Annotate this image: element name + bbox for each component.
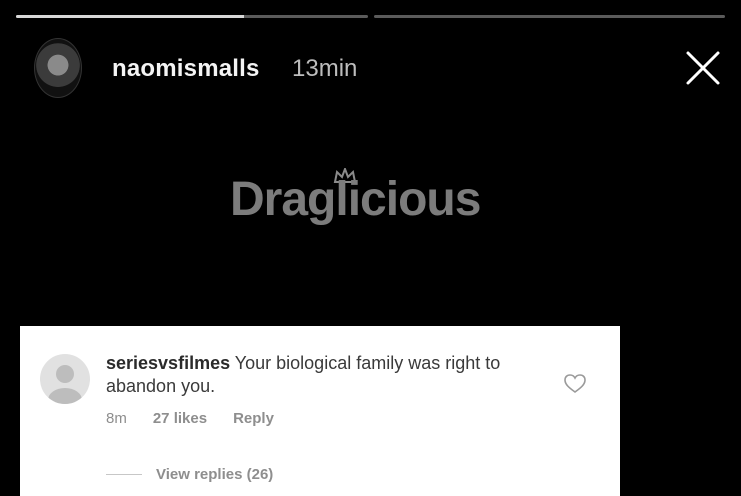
watermark-text: Draglicious bbox=[230, 173, 481, 226]
comment-likes[interactable]: 27 likes bbox=[153, 410, 207, 427]
story-progress-bar bbox=[16, 15, 725, 18]
story-progress-fill-1 bbox=[16, 15, 245, 18]
like-button[interactable] bbox=[564, 374, 586, 394]
comment-meta: 8m 27 likes Reply bbox=[106, 410, 274, 427]
comment-avatar[interactable] bbox=[40, 354, 90, 404]
watermark-logo: Draglicious bbox=[230, 168, 520, 248]
comment-card: seriesvsfilmes Your biological family wa… bbox=[20, 326, 620, 496]
default-avatar-icon bbox=[48, 365, 82, 404]
comment-body: seriesvsfilmes Your biological family wa… bbox=[106, 352, 546, 398]
view-replies-divider bbox=[106, 474, 142, 475]
story-header: naomismalls 13min bbox=[34, 38, 721, 98]
close-button[interactable] bbox=[685, 50, 721, 86]
comment-username[interactable]: seriesvsfilmes bbox=[106, 353, 230, 373]
story-timestamp: 13min bbox=[292, 55, 358, 82]
story-progress-segment-1 bbox=[16, 15, 368, 18]
story-username[interactable]: naomismalls bbox=[112, 55, 260, 83]
view-replies-button[interactable]: View replies (26) bbox=[106, 466, 273, 483]
close-icon bbox=[686, 51, 720, 85]
comment-age: 8m bbox=[106, 410, 127, 427]
reply-button[interactable]: Reply bbox=[233, 410, 274, 427]
heart-icon bbox=[564, 374, 586, 393]
view-replies-label: View replies (26) bbox=[156, 466, 274, 483]
avatar[interactable] bbox=[34, 38, 82, 98]
story-progress-segment-2 bbox=[373, 15, 725, 18]
